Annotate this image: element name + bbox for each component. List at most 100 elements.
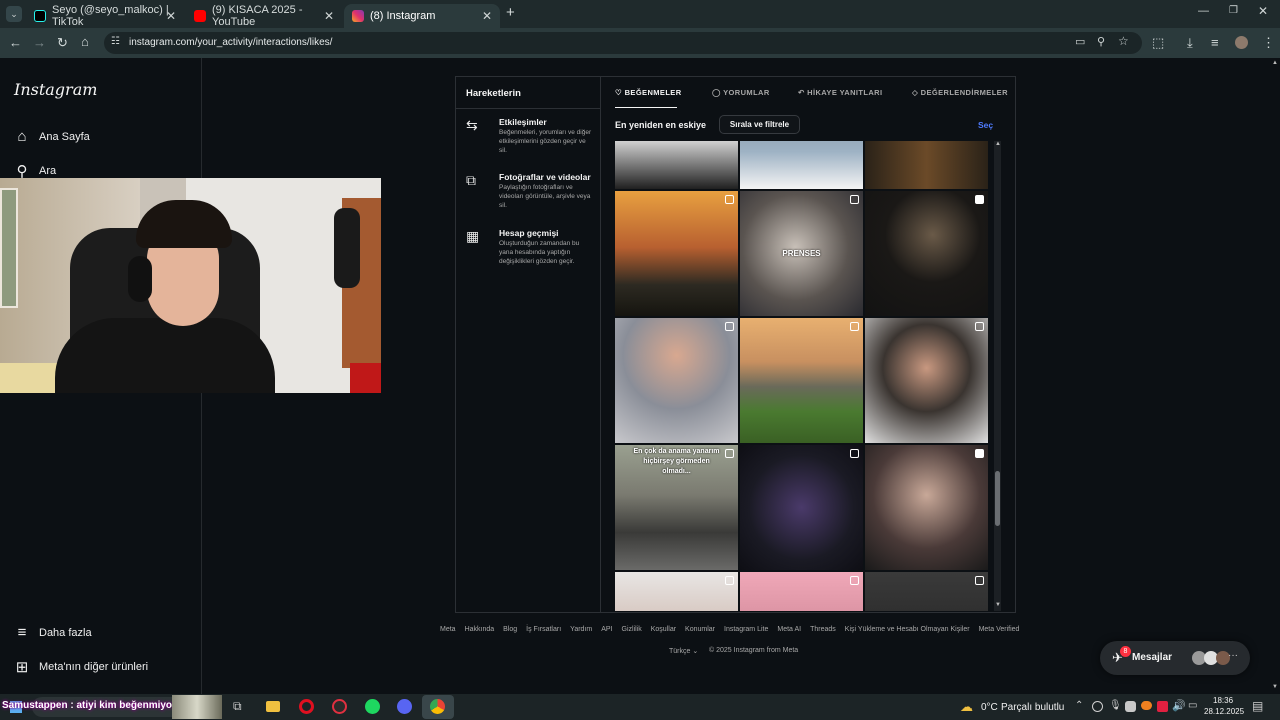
footer-link[interactable]: Yardım [570, 626, 592, 638]
footer-link[interactable]: Meta AI [777, 626, 801, 638]
extensions-icon[interactable]: ⬚ [1152, 35, 1164, 51]
opera-icon[interactable] [299, 699, 314, 714]
footer-link[interactable]: Koşullar [651, 626, 676, 638]
cast-icon[interactable]: ▭ [1075, 35, 1085, 48]
tab-instagram[interactable]: (8) Instagram ✕ [344, 4, 500, 28]
file-explorer-icon[interactable] [266, 701, 280, 712]
post-tile[interactable] [740, 445, 863, 570]
close-icon[interactable]: ✕ [324, 9, 334, 23]
tray-red-icon[interactable] [1157, 701, 1168, 712]
scroll-thumb[interactable] [995, 471, 1000, 526]
grid-scrollbar[interactable]: ▲ ▼ [994, 141, 1001, 611]
forward-icon[interactable]: → [33, 35, 46, 50]
post-tile[interactable]: PRENSES [740, 191, 863, 316]
tray-discord-icon[interactable] [1125, 701, 1136, 712]
minimize-icon[interactable]: — [1198, 5, 1209, 17]
task-view-icon[interactable]: ⧉ [233, 699, 242, 714]
tab-tiktok[interactable]: Seyo (@seyo_malkoc) | TikTok ✕ [26, 4, 184, 28]
cloud-icon[interactable] [1141, 701, 1152, 710]
restore-icon[interactable]: ❐ [1229, 5, 1238, 16]
microphone-icon[interactable]: 🎙 [1109, 700, 1122, 711]
notifications-icon[interactable]: ▤ [1252, 699, 1263, 713]
zoom-icon[interactable]: ⚲ [1097, 35, 1105, 48]
post-tile[interactable]: En çok da anama yanarım hiçbirşey görmed… [615, 445, 738, 570]
chrome-icon[interactable] [430, 699, 445, 714]
language-selector[interactable]: Türkçe ⌄ [669, 647, 698, 655]
menu-icon[interactable]: ⋮ [1262, 35, 1275, 51]
footer-link[interactable]: Blog [503, 626, 517, 638]
tray-chevron-icon[interactable]: ⌃ [1075, 700, 1083, 711]
tab-reviews[interactable]: ◇ DEĞERLENDİRMELER [912, 88, 1008, 97]
scroll-up-icon[interactable]: ▲ [1272, 60, 1278, 66]
post-tile[interactable] [865, 191, 988, 316]
footer-link[interactable]: Hakkında [465, 626, 495, 638]
post-tile[interactable] [615, 191, 738, 316]
close-icon[interactable]: ✕ [482, 9, 492, 23]
footer-link[interactable]: Threads [810, 626, 836, 638]
post-tile[interactable] [865, 572, 988, 611]
app-icon[interactable] [332, 699, 347, 714]
tray-icon[interactable] [1092, 701, 1103, 712]
download-icon[interactable]: ⤓ [1187, 35, 1193, 51]
tab-comments[interactable]: ◯ YORUMLAR [712, 88, 770, 97]
reading-list-icon[interactable]: ≡ [1211, 35, 1219, 50]
post-tile[interactable] [740, 572, 863, 611]
footer-link[interactable]: Meta Verified [979, 626, 1020, 638]
footer-link[interactable]: Gizlilik [622, 626, 642, 638]
nav-more[interactable]: ≡ Daha fazla [14, 624, 92, 641]
activity-item-title: Etkileşimler [499, 117, 547, 127]
footer-link[interactable]: Kişi Yükleme ve Hesabı Olmayan Kişiler [845, 626, 970, 638]
spotify-icon[interactable] [365, 699, 380, 714]
post-tile[interactable] [865, 141, 988, 189]
tab-story-replies[interactable]: ↶ HİKAYE YANITLARI [798, 88, 882, 97]
address-bar[interactable]: ☷ instagram.com/your_activity/interactio… [104, 32, 1142, 54]
instagram-logo[interactable]: Instagram [14, 80, 97, 99]
footer-link[interactable]: Instagram Lite [724, 626, 768, 638]
post-tile[interactable] [740, 318, 863, 443]
post-tile[interactable] [615, 318, 738, 443]
page-scrollbar[interactable]: ▲ ▼ [1271, 58, 1280, 694]
post-tile[interactable] [865, 318, 988, 443]
discord-icon[interactable] [397, 699, 412, 714]
post-tile[interactable] [615, 141, 738, 189]
back-icon[interactable]: ← [9, 35, 22, 50]
close-icon[interactable]: ✕ [166, 9, 176, 23]
select-button[interactable]: Seç [978, 120, 993, 130]
close-window-icon[interactable]: ✕ [1258, 4, 1268, 18]
nav-home[interactable]: ⌂ Ana Sayfa [14, 128, 89, 145]
home-icon[interactable]: ⌂ [81, 34, 89, 49]
sort-filter-button[interactable]: Sırala ve filtrele [719, 115, 800, 134]
tab-search-button[interactable]: ⌄ [6, 6, 22, 22]
footer-link[interactable]: İş Fırsatları [526, 626, 561, 638]
post-caption-line: En çok da anama yanarım [633, 448, 720, 455]
messages-button[interactable]: ✈ 8 Mesajlar ··· [1100, 641, 1250, 675]
weather-temp[interactable]: 0°C [981, 702, 998, 713]
clock-time[interactable]: 18:36 [1213, 696, 1233, 705]
nav-meta-products[interactable]: ⊞ Meta'nın diğer ürünleri [14, 658, 148, 676]
site-info-icon[interactable]: ☷ [111, 36, 120, 47]
activity-item-account-history[interactable]: ▦ Hesap geçmişi Oluşturduğun zamandan bu… [466, 228, 596, 268]
footer-link[interactable]: Meta [440, 626, 456, 638]
post-tile[interactable] [615, 572, 738, 611]
post-tile[interactable] [740, 141, 863, 189]
new-tab-button[interactable]: + [506, 4, 515, 21]
tab-youtube[interactable]: (9) KISACA 2025 - YouTube ✕ [186, 4, 342, 28]
scroll-up-icon[interactable]: ▲ [995, 141, 1001, 147]
scroll-down-icon[interactable]: ▼ [995, 602, 1001, 608]
volume-icon[interactable]: 🔊 [1172, 699, 1186, 712]
clock-date[interactable]: 28.12.2025 [1204, 707, 1244, 716]
carousel-icon [975, 449, 984, 458]
weather-desc[interactable]: Parçalı bulutlu [1001, 702, 1064, 713]
bookmark-star-icon[interactable]: ☆ [1118, 34, 1129, 48]
tab-likes[interactable]: ♡ BEĞENMELER [615, 88, 682, 97]
activity-item-media[interactable]: ⧉ Fotoğraflar ve videolar Paylaştığın fo… [466, 172, 596, 212]
reload-icon[interactable]: ↻ [57, 35, 68, 51]
display-icon[interactable]: ▭ [1188, 700, 1197, 711]
activity-item-interactions[interactable]: ⇆ Etkileşimler Beğenmeleri, yorumları ve… [466, 117, 596, 157]
post-tile[interactable] [865, 445, 988, 570]
scroll-down-icon[interactable]: ▼ [1272, 684, 1278, 690]
footer-link[interactable]: Konumlar [685, 626, 715, 638]
post-overlay-text: PRENSES [782, 249, 821, 258]
footer-link[interactable]: API [601, 626, 612, 638]
profile-avatar[interactable] [1235, 36, 1248, 49]
